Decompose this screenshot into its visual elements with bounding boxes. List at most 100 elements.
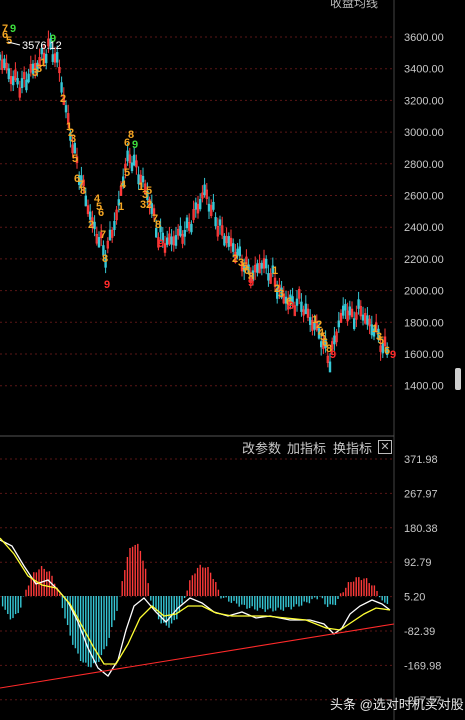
candle-body bbox=[56, 52, 59, 63]
candle-body bbox=[126, 150, 129, 162]
change-params-button[interactable]: 改参数 bbox=[242, 438, 281, 457]
peak-label: 3576.12 bbox=[22, 40, 62, 52]
candle-body bbox=[174, 235, 178, 246]
sequence-count: 4 bbox=[120, 179, 127, 191]
add-indicator-button[interactable]: 加指标 bbox=[287, 438, 326, 457]
indicator-axis: 371.98 267.97 180.38 92.79 5.20 -82.39 -169.98… bbox=[404, 454, 441, 707]
price-tick-label: 1600.00 bbox=[404, 349, 444, 361]
sequence-count: 9 bbox=[10, 23, 16, 35]
candle-body bbox=[231, 243, 235, 252]
indicator-tick-label: -82.39 bbox=[404, 626, 435, 638]
price-tick-label: 3400.00 bbox=[404, 64, 444, 76]
indicator-tick-label: 371.98 bbox=[404, 454, 438, 466]
candle-body bbox=[218, 219, 222, 226]
price-tick-label: 1400.00 bbox=[404, 381, 444, 393]
sequence-count: 5 bbox=[146, 185, 152, 197]
candle-body bbox=[341, 305, 345, 316]
sequence-count: 8 bbox=[102, 253, 108, 265]
candle-body bbox=[212, 201, 215, 210]
indicator-tick-label: 267.97 bbox=[404, 488, 438, 500]
sequence-count: 1 bbox=[118, 201, 124, 213]
dea-line bbox=[0, 537, 391, 665]
sequence-count: 8 bbox=[80, 185, 86, 197]
chart-window: 收盘均线 3600.00 3400.00 3200.00 3000.00 2800.00… bbox=[0, 0, 465, 720]
price-tick-label: 2200.00 bbox=[404, 254, 444, 266]
candle-body bbox=[203, 184, 206, 196]
candle-body bbox=[352, 318, 356, 330]
candle-body bbox=[328, 361, 332, 373]
candle-body bbox=[25, 79, 28, 91]
sequence-count: 7 bbox=[100, 229, 106, 241]
candle-body bbox=[337, 320, 341, 328]
sequence-count: 3 bbox=[278, 288, 284, 300]
candle-body bbox=[308, 317, 312, 325]
watermark: 头条 @选对时机买对股 bbox=[330, 697, 464, 712]
sequence-count: 3 bbox=[140, 199, 146, 211]
dif-line bbox=[0, 539, 391, 677]
candle-body bbox=[84, 195, 88, 207]
candle-body bbox=[344, 303, 347, 311]
candle-body bbox=[207, 203, 211, 212]
sequence-count: 9 bbox=[158, 238, 164, 250]
candle-body bbox=[357, 299, 360, 309]
sequence-count: 6 bbox=[98, 207, 104, 219]
sequence-counts: 7 965 933121235678456278986 954 1352317892 35… bbox=[2, 23, 396, 361]
candle-body bbox=[267, 273, 270, 281]
candle-body bbox=[214, 217, 217, 227]
scroll-handle[interactable] bbox=[455, 368, 461, 390]
indicator-tick-label: 5.20 bbox=[404, 592, 425, 604]
candle-body bbox=[227, 236, 231, 247]
indicator-tick-label: -169.98 bbox=[404, 660, 441, 672]
candle-body bbox=[238, 246, 242, 257]
price-chart[interactable]: 3600.00 3400.00 3200.00 3000.00 2800.00 2600.… bbox=[0, 0, 465, 720]
sequence-count: 2 bbox=[146, 199, 152, 211]
sequence-count: 9 bbox=[390, 349, 396, 361]
price-tick-label: 3000.00 bbox=[404, 127, 444, 139]
sequence-count: 1 bbox=[272, 265, 278, 277]
candle-body bbox=[165, 237, 169, 245]
candle-body bbox=[333, 335, 336, 345]
sequence-count: 8 bbox=[155, 219, 161, 231]
indicator-tick-label: 92.79 bbox=[404, 557, 432, 569]
sequence-count: 5 bbox=[72, 153, 78, 165]
close-icon[interactable]: ✕ bbox=[378, 440, 392, 454]
candle-body bbox=[0, 54, 2, 61]
price-tick-label: 2800.00 bbox=[404, 159, 444, 171]
candle-body bbox=[223, 235, 226, 246]
sequence-count: 9 bbox=[330, 349, 336, 361]
candle-body bbox=[361, 314, 365, 321]
candle-body bbox=[348, 306, 352, 316]
candle-body bbox=[190, 223, 193, 233]
sequence-count: 5 bbox=[6, 35, 12, 47]
candle-body bbox=[170, 236, 173, 245]
price-tick-label: 2000.00 bbox=[404, 286, 444, 298]
candle-body bbox=[20, 78, 24, 89]
price-tick-label: 1800.00 bbox=[404, 317, 444, 329]
candlesticks bbox=[0, 30, 389, 373]
candle-body bbox=[132, 154, 136, 166]
sequence-count: 1 bbox=[40, 57, 46, 69]
candle-body bbox=[260, 262, 264, 269]
candle-body bbox=[179, 225, 182, 236]
candle-body bbox=[304, 303, 308, 315]
candle-body bbox=[27, 73, 30, 83]
trend-line bbox=[0, 623, 395, 689]
candle-body bbox=[51, 54, 55, 62]
candle-body bbox=[183, 229, 187, 237]
switch-indicator-button[interactable]: 换指标 bbox=[333, 438, 372, 457]
price-tick-label: 2600.00 bbox=[404, 191, 444, 203]
candle-body bbox=[64, 105, 68, 113]
price-tick-label: 3600.00 bbox=[404, 32, 444, 44]
sequence-count: 3 bbox=[32, 67, 38, 79]
price-tick-label: 3200.00 bbox=[404, 95, 444, 107]
candle-body bbox=[130, 162, 134, 172]
candle-body bbox=[60, 82, 63, 93]
sequence-count: 9 bbox=[248, 277, 254, 289]
candle-body bbox=[198, 198, 202, 210]
sequence-count: 9 bbox=[288, 300, 294, 312]
candle-body bbox=[7, 68, 11, 80]
sequence-count: 9 bbox=[104, 279, 110, 291]
sequence-count: 6 bbox=[124, 137, 130, 149]
sequence-count: 9 bbox=[132, 139, 138, 151]
candle-body bbox=[3, 58, 6, 69]
